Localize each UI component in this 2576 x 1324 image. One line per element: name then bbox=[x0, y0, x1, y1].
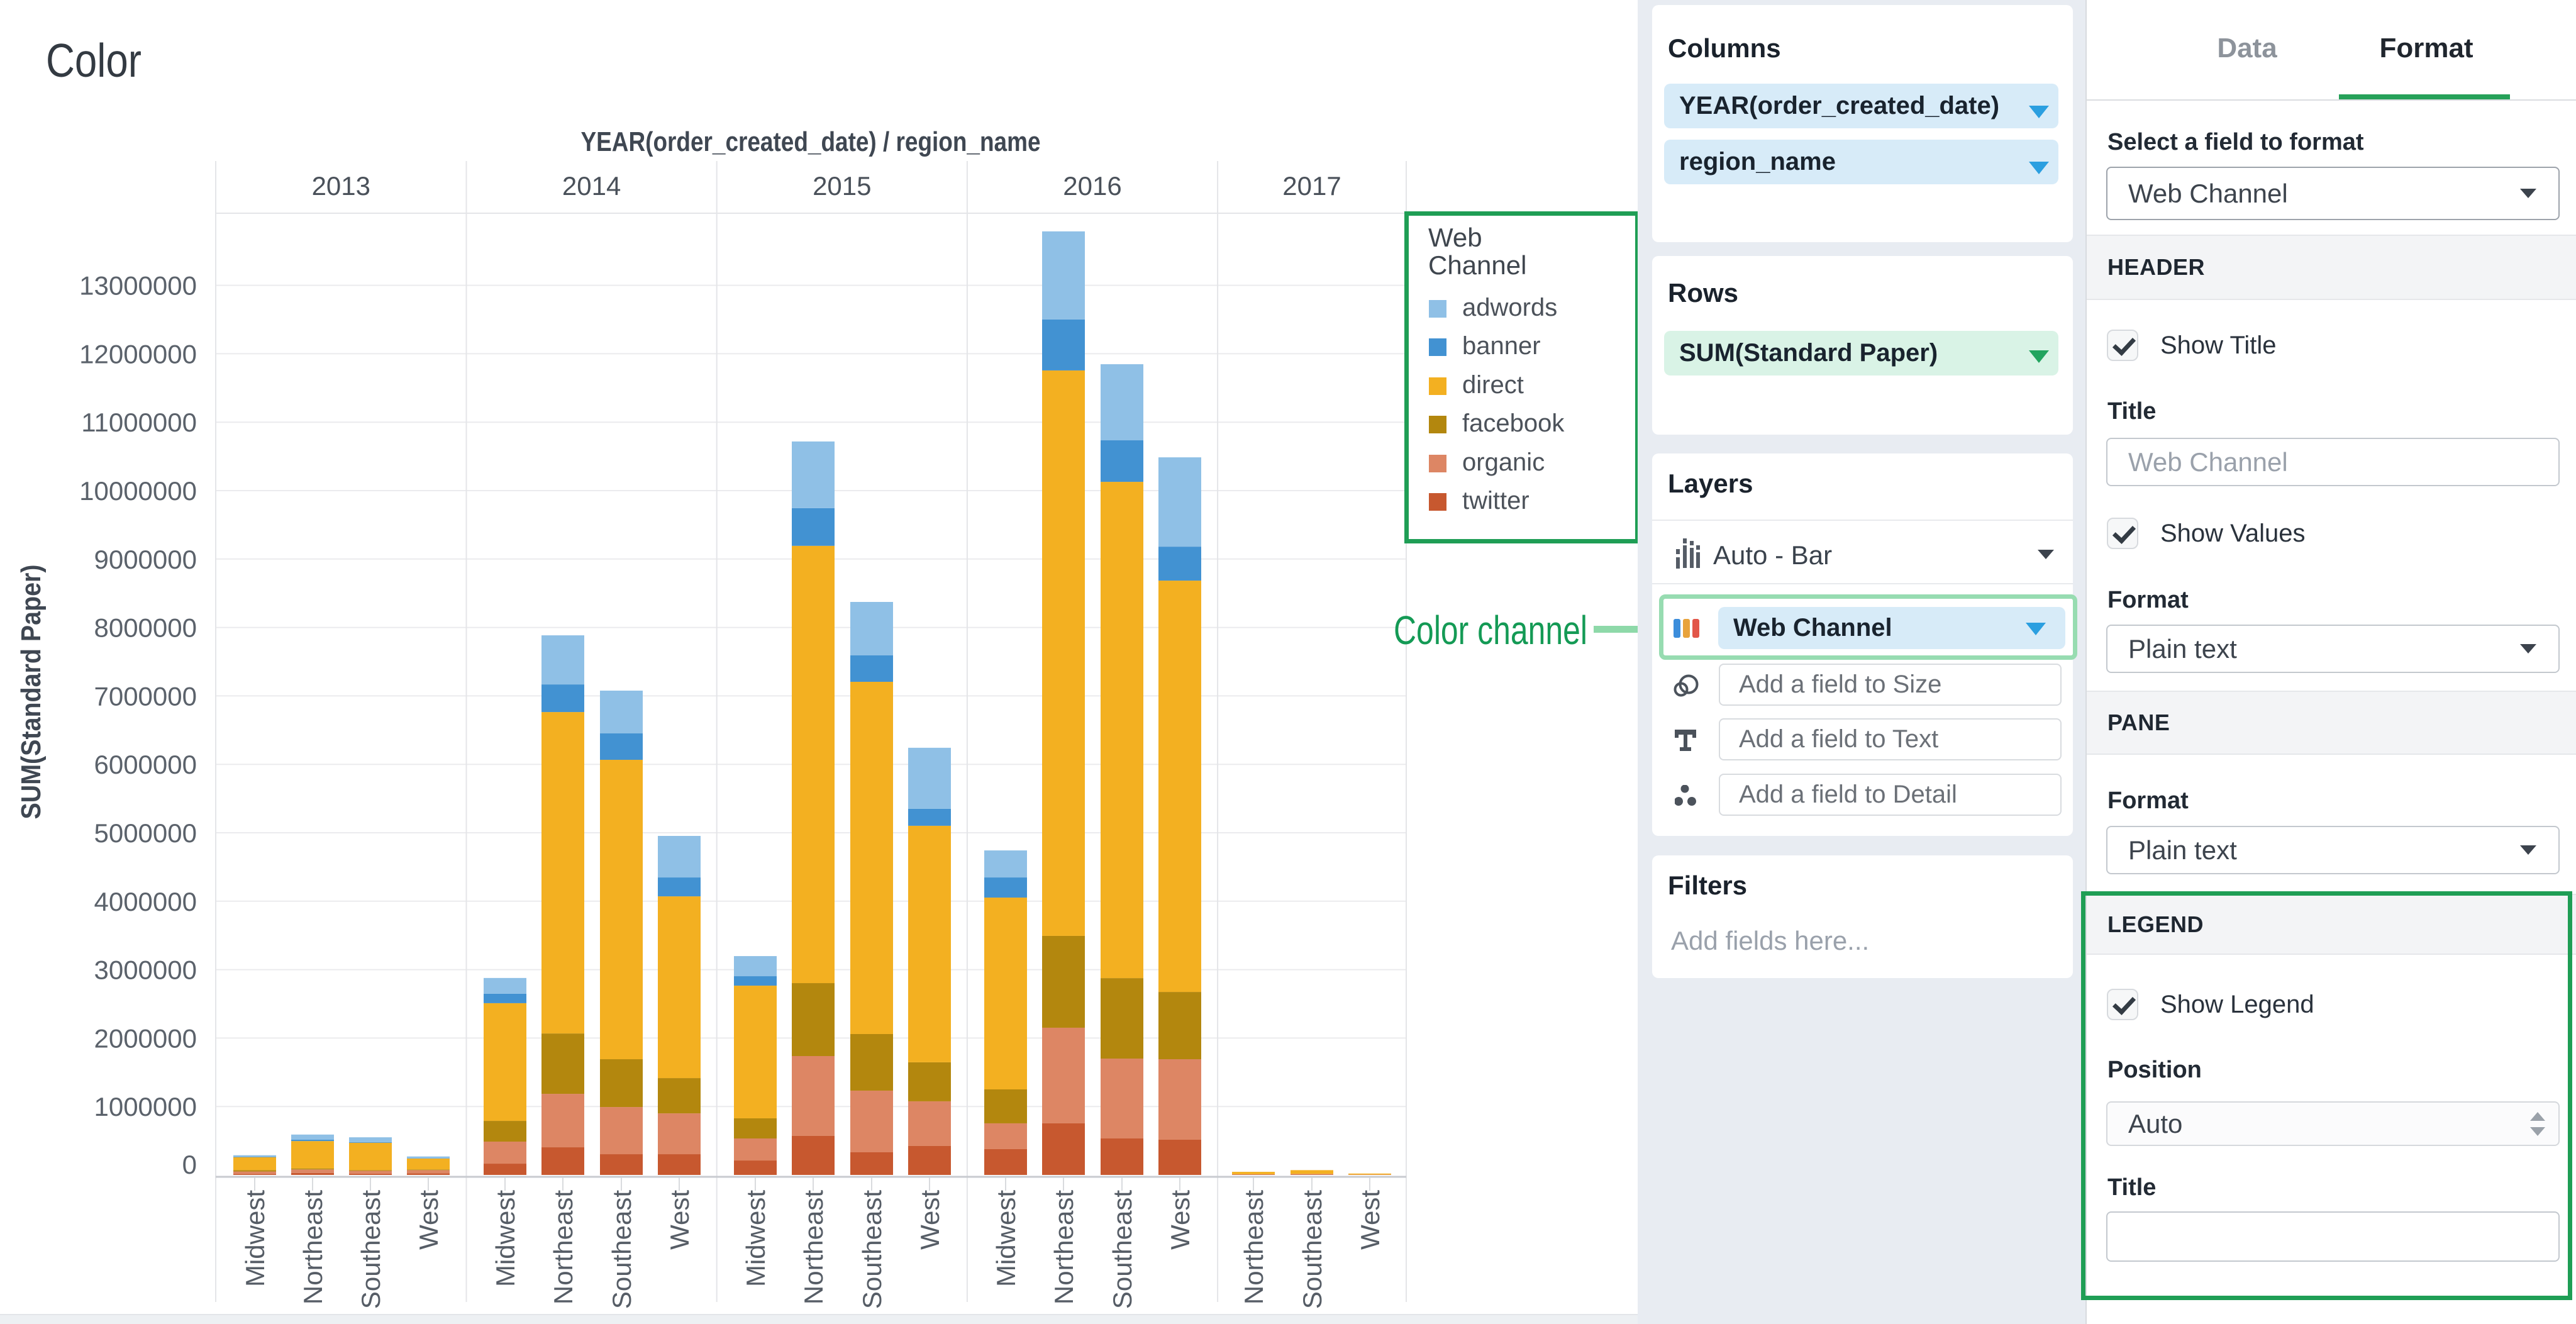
svg-text:West: West bbox=[1355, 1190, 1385, 1250]
svg-text:Southeast: Southeast bbox=[1108, 1190, 1137, 1309]
svg-text:Midwest: Midwest bbox=[741, 1190, 770, 1287]
svg-text:Midwest: Midwest bbox=[991, 1190, 1021, 1287]
svg-text:Northeast: Northeast bbox=[298, 1190, 328, 1305]
svg-text:2014: 2014 bbox=[562, 171, 621, 201]
svg-text:9000000: 9000000 bbox=[94, 545, 197, 574]
svg-text:0: 0 bbox=[182, 1150, 197, 1179]
svg-text:2017: 2017 bbox=[1282, 171, 1341, 201]
svg-text:West: West bbox=[665, 1190, 694, 1250]
svg-text:West: West bbox=[1165, 1190, 1195, 1250]
svg-text:7000000: 7000000 bbox=[94, 681, 197, 711]
svg-text:10000000: 10000000 bbox=[79, 476, 197, 506]
svg-text:Southeast: Southeast bbox=[1297, 1190, 1327, 1309]
svg-text:Midwest: Midwest bbox=[240, 1190, 270, 1287]
svg-text:2013: 2013 bbox=[312, 171, 370, 201]
svg-text:West: West bbox=[915, 1190, 945, 1250]
svg-text:Northeast: Northeast bbox=[1239, 1190, 1269, 1305]
svg-text:1000000: 1000000 bbox=[94, 1092, 197, 1121]
svg-text:5000000: 5000000 bbox=[94, 818, 197, 848]
svg-text:Midwest: Midwest bbox=[491, 1190, 520, 1287]
svg-text:4000000: 4000000 bbox=[94, 887, 197, 916]
svg-text:6000000: 6000000 bbox=[94, 750, 197, 779]
svg-text:Southeast: Southeast bbox=[857, 1190, 887, 1309]
svg-text:11000000: 11000000 bbox=[81, 408, 197, 437]
svg-text:3000000: 3000000 bbox=[94, 955, 197, 985]
svg-text:Northeast: Northeast bbox=[799, 1190, 828, 1305]
svg-text:8000000: 8000000 bbox=[94, 613, 197, 643]
svg-text:13000000: 13000000 bbox=[79, 271, 197, 301]
svg-text:2016: 2016 bbox=[1063, 171, 1121, 201]
svg-text:12000000: 12000000 bbox=[79, 339, 197, 369]
svg-text:YEAR(order_created_date) / reg: YEAR(order_created_date) / region_name bbox=[581, 126, 1041, 157]
svg-text:Southeast: Southeast bbox=[607, 1190, 636, 1309]
svg-text:Southeast: Southeast bbox=[356, 1190, 386, 1309]
svg-text:SUM(Standard Paper): SUM(Standard Paper) bbox=[16, 565, 47, 820]
svg-text:Northeast: Northeast bbox=[1049, 1190, 1079, 1305]
svg-text:Northeast: Northeast bbox=[548, 1190, 578, 1305]
svg-text:Color: Color bbox=[46, 34, 142, 87]
svg-text:West: West bbox=[414, 1190, 443, 1250]
svg-text:2015: 2015 bbox=[813, 171, 871, 201]
svg-text:2000000: 2000000 bbox=[94, 1023, 197, 1053]
